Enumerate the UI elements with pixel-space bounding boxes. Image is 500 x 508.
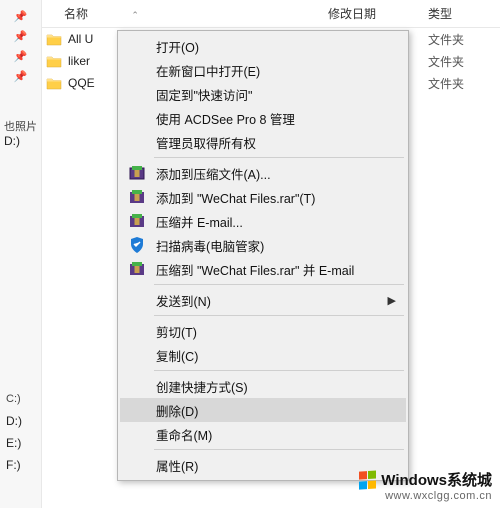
menu-separator <box>154 370 404 371</box>
quick-access-panel: 📌 📌 📌 📌 也照片 D:) C:) D:) E:) F:) <box>0 0 42 508</box>
menu-pin-quick-access[interactable]: 固定到"快速访问" <box>120 82 406 106</box>
file-type: 文件夹 <box>428 31 500 48</box>
winrar-icon <box>128 188 146 206</box>
menu-acdsee-manage[interactable]: 使用 ACDSee Pro 8 管理 <box>120 106 406 130</box>
menu-add-to-wechat-rar[interactable]: 添加到 "WeChat Files.rar"(T) <box>120 185 406 209</box>
pin-icon: 📌 <box>0 26 41 46</box>
column-header[interactable]: 名称 ⌃ 修改日期 类型 <box>42 0 500 28</box>
pin-icon: 📌 <box>0 66 41 86</box>
winrar-icon <box>128 212 146 230</box>
watermark-url: www.wxclgg.com.cn <box>359 490 492 502</box>
menu-open-new-window[interactable]: 在新窗口中打开(E) <box>120 58 406 82</box>
sort-indicator-icon: ⌃ <box>131 10 139 20</box>
context-menu: 打开(O) 在新窗口中打开(E) 固定到"快速访问" 使用 ACDSee Pro… <box>117 30 409 481</box>
menu-compress-email[interactable]: 压缩并 E-mail... <box>120 209 406 233</box>
drive-f[interactable]: F:) <box>6 454 41 476</box>
menu-copy[interactable]: 复制(C) <box>120 343 406 367</box>
winrar-icon <box>128 164 146 182</box>
menu-separator <box>154 449 404 450</box>
drive-c[interactable]: C:) <box>6 388 41 410</box>
menu-add-archive[interactable]: 添加到压缩文件(A)... <box>120 161 406 185</box>
folder-icon <box>46 54 62 68</box>
file-type: 文件夹 <box>428 75 500 92</box>
watermark-title: Windows系统城 <box>381 469 492 490</box>
quick-drive-d[interactable]: D:) <box>0 134 41 148</box>
menu-admin-ownership[interactable]: 管理员取得所有权 <box>120 130 406 154</box>
menu-separator <box>154 157 404 158</box>
menu-open[interactable]: 打开(O) <box>120 34 406 58</box>
menu-rename[interactable]: 重命名(M) <box>120 422 406 446</box>
windows-logo-icon <box>359 470 377 489</box>
menu-separator <box>154 284 404 285</box>
col-name-label[interactable]: 名称 <box>64 7 88 21</box>
submenu-arrow-icon: ▶ <box>388 294 396 307</box>
folder-icon <box>46 76 62 90</box>
pin-icon: 📌 <box>0 6 41 26</box>
winrar-icon <box>128 260 146 278</box>
col-type-label[interactable]: 类型 <box>428 5 500 22</box>
menu-create-shortcut[interactable]: 创建快捷方式(S) <box>120 374 406 398</box>
file-type: 文件夹 <box>428 53 500 70</box>
menu-send-to[interactable]: 发送到(N)▶ <box>120 288 406 312</box>
quick-photos-label[interactable]: 也照片 <box>0 118 41 134</box>
pin-icon: 📌 <box>0 46 41 66</box>
col-date-label[interactable]: 修改日期 <box>328 5 428 22</box>
menu-cut[interactable]: 剪切(T) <box>120 319 406 343</box>
folder-icon <box>46 32 62 46</box>
menu-compress-wechat-email[interactable]: 压缩到 "WeChat Files.rar" 并 E-mail <box>120 257 406 281</box>
drive-e[interactable]: E:) <box>6 432 41 454</box>
menu-delete[interactable]: 删除(D) <box>120 398 406 422</box>
watermark: Windows系统城 www.wxclgg.com.cn <box>359 469 492 502</box>
menu-scan-virus[interactable]: 扫描病毒(电脑管家) <box>120 233 406 257</box>
shield-icon <box>128 236 146 254</box>
menu-separator <box>154 315 404 316</box>
drive-d[interactable]: D:) <box>6 410 41 432</box>
